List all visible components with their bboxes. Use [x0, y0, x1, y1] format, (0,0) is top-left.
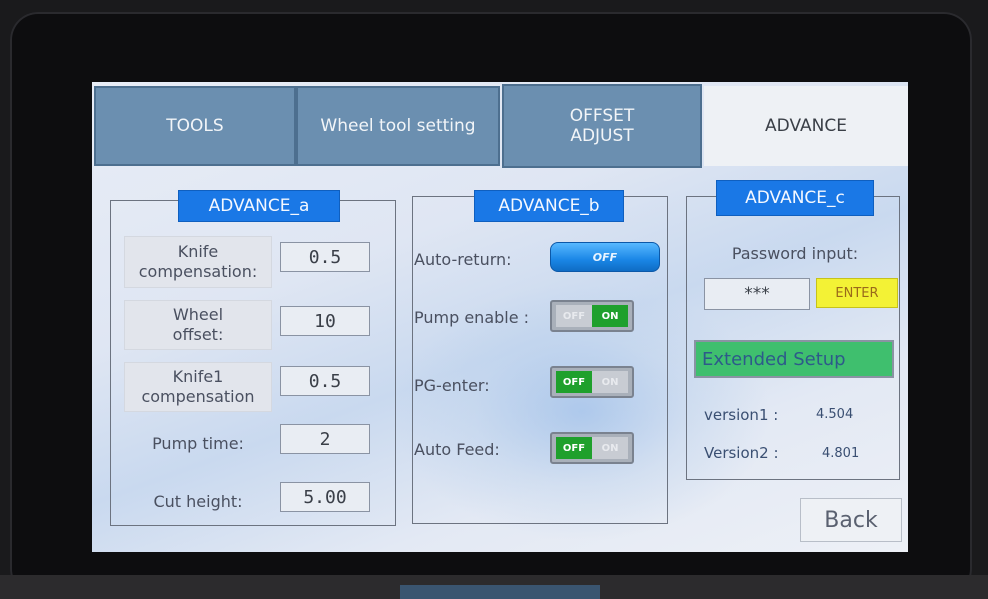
auto-return-label: Auto-return: [414, 250, 512, 269]
tab-wheel-tool-setting[interactable]: Wheel tool setting [296, 86, 500, 166]
wheel-offset-label: Wheel offset: [124, 300, 272, 350]
hmi-screen: TOOLS Wheel tool setting OFFSET ADJUST A… [92, 82, 908, 552]
pump-enable-toggle[interactable]: OFF ON [550, 300, 634, 332]
pump-enable-label: Pump enable : [414, 308, 530, 327]
tab-tools[interactable]: TOOLS [94, 86, 296, 166]
tab-offset-label: OFFSET ADJUST [569, 106, 635, 146]
auto-feed-off: OFF [556, 437, 592, 459]
knife-compensation-label: Knife compensation: [124, 236, 272, 288]
version2-label: Version2 : [704, 444, 779, 462]
pump-time-value[interactable]: 2 [280, 424, 370, 454]
tab-bar: TOOLS Wheel tool setting OFFSET ADJUST A… [92, 82, 908, 168]
version1-value: 4.504 [816, 407, 854, 422]
auto-feed-toggle[interactable]: OFF ON [550, 432, 634, 464]
enter-button[interactable]: ENTER [816, 278, 898, 308]
password-input-field[interactable]: *** [704, 278, 810, 310]
advance-a-title: ADVANCE_a [178, 190, 340, 222]
pump-time-label: Pump time: [152, 434, 244, 453]
tab-offset-adjust[interactable]: OFFSET ADJUST [502, 84, 702, 168]
extended-setup-button[interactable]: Extended Setup [694, 340, 894, 378]
tab-tools-label: TOOLS [166, 116, 224, 136]
tab-advance-label: ADVANCE [765, 116, 847, 136]
cut-height-value[interactable]: 5.00 [280, 482, 370, 512]
back-button[interactable]: Back [800, 498, 902, 542]
version2-value: 4.801 [822, 446, 860, 461]
knife1-compensation-label: Knife1 compensation [124, 362, 272, 412]
auto-feed-label: Auto Feed: [414, 440, 500, 459]
pump-enable-on: ON [592, 305, 628, 327]
advance-c-panel [686, 196, 900, 480]
advance-c-title: ADVANCE_c [716, 180, 874, 216]
pg-enter-toggle[interactable]: OFF ON [550, 366, 634, 398]
device-base-tab [400, 585, 600, 599]
advance-b-title: ADVANCE_b [474, 190, 624, 222]
tab-wheel-label: Wheel tool setting [320, 116, 476, 136]
pg-enter-label: PG-enter: [414, 376, 490, 395]
knife-compensation-value[interactable]: 0.5 [280, 242, 370, 272]
pump-enable-off: OFF [556, 305, 592, 327]
wheel-offset-value[interactable]: 10 [280, 306, 370, 336]
version1-label: version1 : [704, 406, 779, 424]
pg-enter-on: ON [592, 371, 628, 393]
auto-return-toggle[interactable]: OFF [550, 242, 660, 272]
cut-height-label: Cut height: [153, 492, 243, 511]
password-input-label: Password input: [731, 244, 859, 263]
auto-feed-on: ON [592, 437, 628, 459]
tab-advance[interactable]: ADVANCE [704, 86, 908, 166]
knife1-compensation-value[interactable]: 0.5 [280, 366, 370, 396]
pg-enter-off: OFF [556, 371, 592, 393]
